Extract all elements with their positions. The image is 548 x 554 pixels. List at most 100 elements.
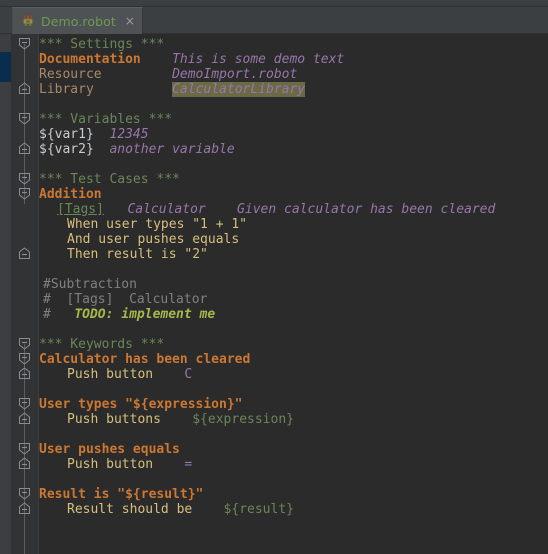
fold-marker-kw-user-types-end[interactable] [17, 411, 32, 426]
code-line[interactable]: Library CalculatorLibrary [39, 82, 306, 97]
code-line[interactable]: Push buttons ${expression} [67, 412, 294, 427]
setting-resource-value: DemoImport.robot [172, 67, 298, 82]
code-line[interactable]: Push button C [67, 367, 192, 382]
test-case-name-addition: Addition [39, 187, 102, 202]
keyword-name-result-is: Result is "${result}" [39, 487, 204, 502]
argument-c: C [184, 367, 193, 382]
comment-hash: # [43, 307, 75, 322]
fold-marker-variables-end[interactable] [17, 141, 32, 156]
section-header-keywords: *** Keywords *** [39, 337, 165, 352]
code-line[interactable]: #Subtraction [43, 277, 137, 292]
fold-marker-variables[interactable] [17, 111, 32, 126]
code-line[interactable]: Addition [39, 187, 102, 202]
fold-marker-kw-cleared[interactable] [17, 351, 32, 366]
code-line[interactable]: *** Settings *** [39, 37, 164, 52]
keyword-name-user-types: User types "${expression}" [39, 397, 243, 412]
step-push-button: Push button [67, 367, 154, 382]
fold-marker-keywords[interactable] [17, 336, 32, 351]
setting-library-key: Library [39, 82, 94, 97]
fold-marker-addition[interactable] [17, 186, 32, 201]
comment-tags-calculator: # [Tags] Calculator [43, 292, 208, 307]
code-line[interactable]: And user pushes equals [67, 232, 239, 247]
argument-equals: = [184, 457, 193, 472]
variable-name-var2: ${var2} [39, 142, 94, 157]
step-result-should-be: Result should be [67, 502, 193, 517]
tag-value-calculator: Calculator [127, 202, 206, 217]
fold-marker-addition-end[interactable] [17, 246, 32, 261]
tags-setting-label: [Tags] [57, 202, 104, 217]
fold-marker-kw-result-is-end[interactable] [17, 501, 32, 516]
setting-documentation-key: Documentation [39, 52, 141, 67]
close-icon[interactable]: × [125, 15, 135, 27]
setting-resource-key: Resource [39, 67, 102, 82]
code-line[interactable]: Documentation This is some demo text [39, 52, 344, 67]
code-folding-gutter[interactable] [12, 34, 39, 554]
tab-label: Demo.robot [41, 13, 116, 29]
comment-subtraction: #Subtraction [43, 277, 137, 292]
fold-marker-kw-result-is[interactable] [17, 486, 32, 501]
code-line[interactable]: Result is "${result}" [39, 487, 203, 502]
code-line[interactable]: User types "${expression}" [39, 397, 243, 412]
fold-marker-settings-end[interactable] [17, 81, 32, 96]
fold-marker-kw-user-types[interactable] [17, 396, 32, 411]
code-line[interactable]: Push button = [67, 457, 192, 472]
fold-marker-test-cases[interactable] [17, 171, 32, 186]
step-when-user-types: When user types "1 + 1" [67, 217, 248, 232]
fold-marker-kw-pushes-equals-end[interactable] [17, 456, 32, 471]
source-code-area[interactable]: *** Settings *** Documentation This is so… [39, 34, 548, 554]
code-line[interactable]: # [Tags] Calculator [43, 292, 207, 307]
section-header-test-cases: *** Test Cases *** [39, 172, 180, 187]
fold-marker-settings[interactable] [17, 36, 32, 51]
code-line[interactable]: ${var2} another variable [39, 142, 235, 157]
tab-demo-robot[interactable]: Demo.robot × [12, 7, 143, 34]
setting-documentation-value: This is some demo text [172, 52, 345, 67]
code-line[interactable]: [Tags] Calculator Given calculator has b… [57, 202, 495, 217]
keyword-name-calculator-cleared: Calculator has been cleared [39, 352, 251, 367]
change-marker-gutter [0, 34, 12, 554]
code-line[interactable]: Then result is "2" [67, 247, 208, 262]
code-line[interactable]: ${var1} 12345 [39, 127, 149, 142]
variable-name-var1: ${var1} [39, 127, 94, 142]
step-push-buttons: Push buttons [67, 412, 161, 427]
tab-bar-top-strip [0, 0, 548, 7]
section-header-settings: *** Settings *** [39, 37, 165, 52]
code-line[interactable]: Calculator has been cleared [39, 352, 250, 367]
code-line[interactable]: *** Variables *** [39, 112, 172, 127]
code-line[interactable]: Resource DemoImport.robot [39, 67, 297, 82]
tag-value-given-cleared: Given calculator has been cleared [237, 202, 496, 217]
variable-value-var2: another variable [109, 142, 235, 157]
change-marker[interactable] [0, 52, 11, 82]
argument-expression: ${expression} [192, 412, 294, 427]
editor-tab-bar: Demo.robot × [0, 0, 548, 34]
keyword-name-user-pushes-equals: User pushes equals [39, 442, 180, 457]
code-editor[interactable]: *** Settings *** Documentation This is so… [0, 34, 548, 554]
code-line[interactable]: Result should be ${result} [67, 502, 294, 517]
robot-icon [22, 14, 34, 28]
step-then-result-is: Then result is "2" [67, 247, 208, 262]
section-header-variables: *** Variables *** [39, 112, 173, 127]
code-line[interactable]: *** Keywords *** [39, 337, 164, 352]
code-line[interactable]: *** Test Cases *** [39, 172, 180, 187]
code-line[interactable]: User pushes equals [39, 442, 180, 457]
variable-value-var1: 12345 [109, 127, 149, 142]
code-line[interactable]: # TODO: implement me [43, 307, 215, 322]
fold-marker-kw-pushes-equals[interactable] [17, 441, 32, 456]
comment-todo-implement-me: TODO: implement me [74, 307, 216, 322]
code-line[interactable]: When user types "1 + 1" [67, 217, 247, 232]
step-and-user-pushes-equals: And user pushes equals [67, 232, 240, 247]
fold-marker-kw-cleared-end[interactable] [17, 366, 32, 381]
setting-library-value-highlighted: CalculatorLibrary [172, 82, 306, 97]
step-push-button-equals: Push button [67, 457, 154, 472]
argument-result: ${result} [223, 502, 294, 517]
